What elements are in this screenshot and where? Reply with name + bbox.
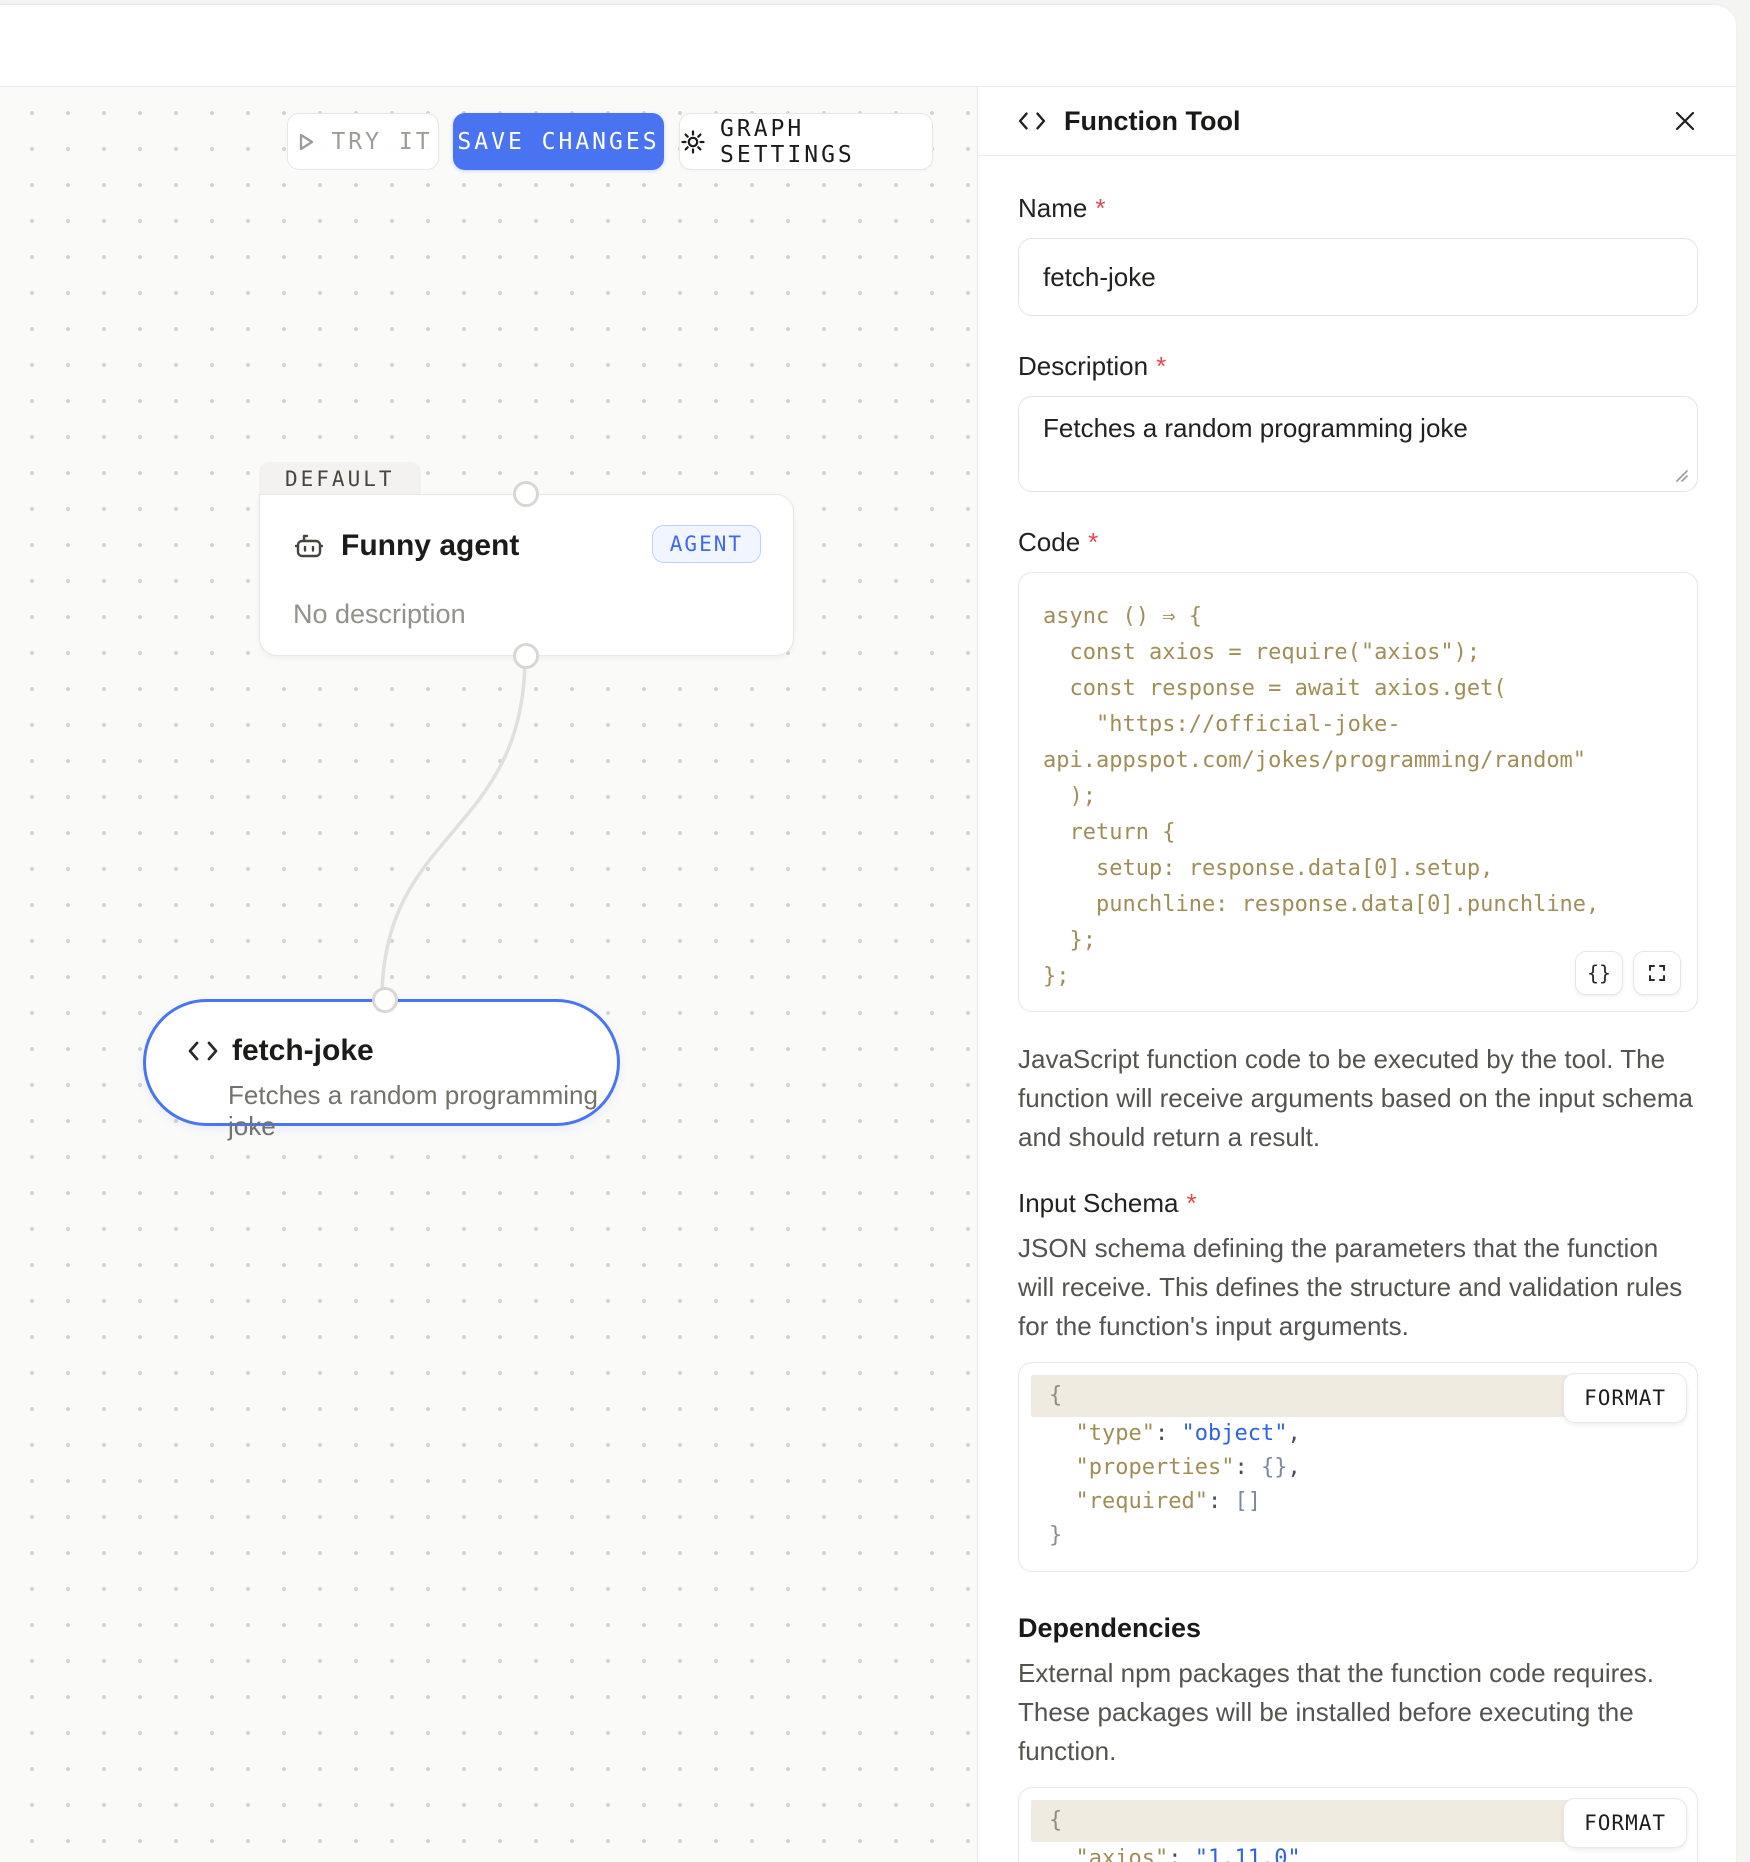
code-content[interactable]: async () ⇒ { const axios = require("axio…	[1043, 599, 1683, 995]
tool-node-title: fetch-joke	[232, 1034, 374, 1068]
graph-canvas[interactable]: TRY IT SAVE CHANGES GRAPH SETTINGS DEFAU…	[0, 87, 977, 1862]
dependencies-editor[interactable]: { "axios": "1.11.0"} FORMAT	[1018, 1787, 1698, 1862]
robot-icon	[293, 530, 325, 562]
expand-fullscreen-button[interactable]	[1633, 951, 1681, 995]
dependencies-help-text: External npm packages that the function …	[1018, 1654, 1698, 1771]
required-asterisk: *	[1186, 1187, 1196, 1219]
braces-icon: {}	[1587, 961, 1611, 985]
app-header	[0, 5, 1736, 87]
format-button-label: FORMAT	[1584, 1386, 1666, 1410]
name-input[interactable]	[1018, 238, 1698, 316]
required-asterisk: *	[1156, 350, 1166, 382]
graph-settings-label: GRAPH SETTINGS	[720, 116, 932, 168]
input-schema-field-label: Input Schema *	[1018, 1187, 1698, 1219]
description-field-label: Description *	[1018, 350, 1698, 382]
close-icon[interactable]	[1672, 108, 1698, 134]
format-button-label: FORMAT	[1584, 1811, 1666, 1835]
name-label-text: Name	[1018, 192, 1087, 224]
code-icon	[188, 1039, 218, 1063]
app-window: TRY IT SAVE CHANGES GRAPH SETTINGS DEFAU…	[0, 4, 1736, 1862]
function-tool-panel: Function Tool Name * Description *	[977, 87, 1736, 1862]
agent-node-top-handle[interactable]	[513, 481, 539, 507]
panel-title: Function Tool	[1064, 106, 1654, 137]
agent-type-badge: AGENT	[652, 525, 761, 563]
agent-node-title: Funny agent	[341, 529, 519, 563]
code-editor[interactable]: async () ⇒ { const axios = require("axio…	[1018, 572, 1698, 1012]
agent-type-badge-label: AGENT	[670, 532, 743, 556]
code-help-text: JavaScript function code to be executed …	[1018, 1040, 1698, 1157]
agent-node[interactable]: Funny agent AGENT No description	[259, 494, 794, 656]
app-main: TRY IT SAVE CHANGES GRAPH SETTINGS DEFAU…	[0, 87, 1736, 1862]
gear-icon	[680, 129, 706, 155]
play-icon	[293, 130, 317, 154]
panel-body: Name * Description * Fetches a random pr…	[978, 156, 1736, 1862]
save-changes-button[interactable]: SAVE CHANGES	[453, 113, 664, 170]
format-button[interactable]: FORMAT	[1563, 1798, 1687, 1848]
code-label-text: Code	[1018, 526, 1080, 558]
tool-node-title-row: fetch-joke	[188, 1034, 374, 1068]
agent-node-title-row: Funny agent	[293, 529, 519, 563]
agent-node-description: No description	[293, 599, 466, 630]
resize-grip-icon[interactable]	[1674, 468, 1688, 482]
agent-node-group-tab[interactable]: DEFAULT	[259, 462, 421, 495]
function-tool-node[interactable]: fetch-joke Fetches a random programming …	[143, 999, 620, 1126]
save-changes-label: SAVE CHANGES	[457, 129, 659, 155]
description-textarea[interactable]: Fetches a random programming joke	[1018, 396, 1698, 492]
required-asterisk: *	[1095, 192, 1105, 224]
code-icon	[1018, 110, 1046, 132]
required-asterisk: *	[1088, 526, 1098, 558]
input-schema-editor[interactable]: { "type": "object", "properties": {}, "r…	[1018, 1362, 1698, 1572]
tool-node-description: Fetches a random programming joke	[228, 1080, 617, 1142]
panel-header: Function Tool	[978, 87, 1736, 156]
try-it-button[interactable]: TRY IT	[287, 113, 439, 170]
try-it-label: TRY IT	[331, 129, 432, 155]
format-braces-button[interactable]: {}	[1575, 951, 1623, 995]
graph-settings-button[interactable]: GRAPH SETTINGS	[679, 113, 933, 170]
input-schema-help-text: JSON schema defining the parameters that…	[1018, 1229, 1698, 1346]
agent-node-bottom-handle[interactable]	[513, 643, 539, 669]
tool-node-top-handle[interactable]	[372, 987, 398, 1013]
expand-icon	[1648, 964, 1666, 982]
default-tab-label: DEFAULT	[285, 467, 395, 491]
name-field-label: Name *	[1018, 192, 1698, 224]
description-label-text: Description	[1018, 350, 1148, 382]
input-schema-label-text: Input Schema	[1018, 1187, 1178, 1219]
dependencies-heading: Dependencies	[1018, 1612, 1698, 1644]
node-edge	[0, 87, 977, 1862]
code-field-label: Code *	[1018, 526, 1698, 558]
format-button[interactable]: FORMAT	[1563, 1373, 1687, 1423]
